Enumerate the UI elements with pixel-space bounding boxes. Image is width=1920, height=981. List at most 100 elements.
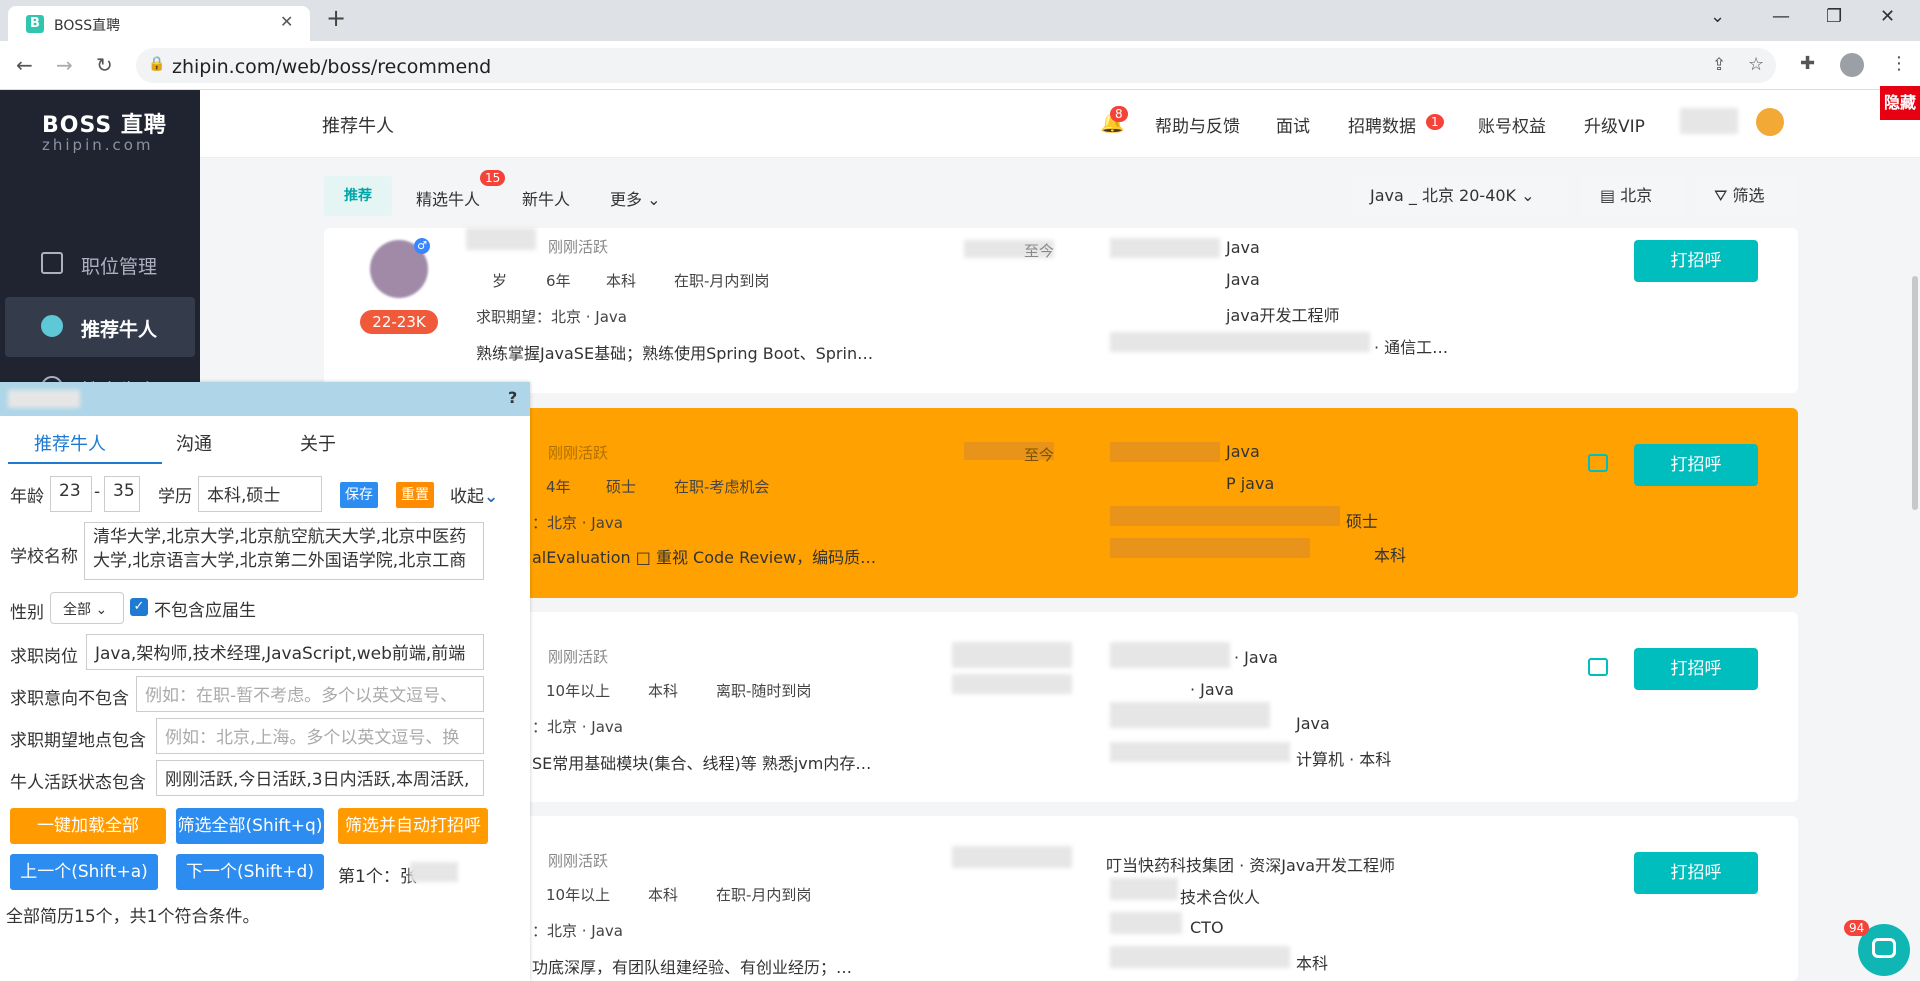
- age-min-input[interactable]: 23: [50, 476, 92, 512]
- job-select[interactable]: Java _ 北京 20-40K ⌄: [1352, 176, 1568, 216]
- save-button[interactable]: 保存: [340, 482, 378, 508]
- greet-button[interactable]: 打招呼: [1634, 648, 1758, 690]
- profile-icon[interactable]: [1840, 53, 1864, 77]
- back-icon[interactable]: ←: [16, 53, 33, 77]
- minimize-icon[interactable]: —: [1772, 6, 1790, 27]
- new-tab-icon[interactable]: +: [326, 6, 346, 30]
- tab-recommend[interactable]: 推荐: [324, 176, 392, 216]
- right-line: 计算机 · 本科: [1296, 750, 1392, 769]
- sidebar-item-recommend[interactable]: 推荐牛人: [5, 297, 195, 357]
- menu-dots-icon[interactable]: ⋮: [1890, 53, 1908, 74]
- forward-icon[interactable]: →: [56, 53, 73, 77]
- gender-select[interactable]: 全部 ⌄: [50, 592, 124, 624]
- work-time: 至今: [1024, 242, 1055, 260]
- age-max-input[interactable]: 35: [104, 476, 140, 512]
- interview-link[interactable]: 面试: [1276, 112, 1310, 137]
- candidate-card[interactable]: 刚刚活跃 10年以上 本科 在职-月内到岗 ：北京 · Java 功底深厚，有团…: [324, 816, 1798, 981]
- redacted: [1110, 332, 1370, 352]
- greet-button[interactable]: 打招呼: [1634, 852, 1758, 894]
- filter-icon: ⛛: [1714, 186, 1728, 205]
- browser-tab[interactable]: B BOSS直聘 ✕: [8, 6, 310, 41]
- greet-button[interactable]: 打招呼: [1634, 444, 1758, 486]
- favicon-icon: B: [26, 15, 44, 33]
- active-input[interactable]: 刚刚活跃,今日活跃,3日内活跃,本周活跃,: [156, 760, 484, 796]
- chat-icon[interactable]: [1588, 658, 1608, 676]
- building-icon: ▤: [1600, 186, 1616, 205]
- tab-new[interactable]: 新牛人: [522, 186, 570, 210]
- panel-titlebar[interactable]: ?: [0, 382, 530, 416]
- edu-select[interactable]: 本科,硕士: [198, 476, 322, 512]
- prev-button[interactable]: 上一个(Shift+a): [10, 854, 158, 890]
- reset-button[interactable]: 重置: [396, 482, 434, 508]
- filter-label: 筛选: [1732, 186, 1765, 205]
- tab-underline: [8, 462, 162, 464]
- city-button[interactable]: ▤ 北京: [1582, 176, 1684, 216]
- sidebar-item-job-manage[interactable]: 职位管理: [5, 234, 195, 294]
- tab-title: BOSS直聘: [54, 18, 121, 34]
- candidate-card[interactable]: ♂ 22-23K 刚刚活跃 岁 6年 本科 在职-月内到岗 求职期望：北京 · …: [324, 228, 1798, 393]
- job-status: 离职-随时到岗: [716, 682, 812, 700]
- recruit-data-link[interactable]: 招聘数据: [1348, 112, 1416, 137]
- panel-tab-about[interactable]: 关于: [300, 430, 336, 456]
- bookmark-star-icon[interactable]: ☆: [1748, 54, 1764, 75]
- current-candidate: 第1个：张: [338, 867, 417, 887]
- upgrade-vip-link[interactable]: 升级VIP: [1584, 112, 1645, 137]
- exclude-fresh-checkbox[interactable]: ✓: [130, 598, 148, 616]
- collapse-label: 收起: [450, 487, 484, 507]
- scrollbar[interactable]: [1912, 276, 1918, 510]
- extensions-icon[interactable]: ✚: [1800, 53, 1815, 74]
- url-field[interactable]: 🔒 zhipin.com/web/boss/recommend ⇪ ☆: [136, 48, 1776, 83]
- collapse-button[interactable]: 收起⌄: [450, 482, 498, 507]
- page-title: 推荐牛人: [322, 116, 394, 137]
- restore-icon[interactable]: ❐: [1826, 6, 1842, 27]
- hide-button[interactable]: 隐藏: [1880, 86, 1920, 120]
- logo-subtitle: zhipin.com: [42, 136, 154, 154]
- edu-label: 学历: [158, 487, 192, 507]
- panel-tab-recommend[interactable]: 推荐牛人: [34, 430, 106, 456]
- education: 硕士: [606, 478, 637, 496]
- redacted: [1110, 878, 1178, 900]
- intent-input[interactable]: 例如：在职-暂不考虑。多个以英文逗号、: [136, 676, 484, 712]
- candidate-card-highlighted[interactable]: 刚刚活跃 4年 硕士 在职-考虑机会 ：北京 · Java alEvaluati…: [324, 408, 1798, 598]
- next-button[interactable]: 下一个(Shift+d): [176, 854, 324, 890]
- data-badge: 1: [1426, 114, 1444, 130]
- job-label: 求职岗位: [10, 647, 78, 667]
- job-input[interactable]: Java,架构师,技术经理,JavaScript,web前端,前端: [86, 634, 484, 670]
- filter-all-button[interactable]: 筛选全部(Shift+q): [176, 808, 324, 844]
- gender-label: 性别: [10, 603, 44, 623]
- window-close-icon[interactable]: ✕: [1880, 6, 1895, 27]
- right-line: · Java: [1190, 680, 1234, 699]
- greet-button[interactable]: 打招呼: [1634, 240, 1758, 282]
- place-input[interactable]: 例如：北京,上海。多个以英文逗号、换: [156, 718, 484, 754]
- education: 本科: [648, 886, 679, 904]
- redacted: [952, 846, 1072, 868]
- panel-tab-chat[interactable]: 沟通: [176, 430, 212, 456]
- help-icon[interactable]: ?: [508, 388, 517, 407]
- experience: 4年: [546, 478, 571, 496]
- share-icon[interactable]: ⇪: [1712, 55, 1726, 75]
- avatar[interactable]: [1754, 106, 1786, 138]
- tab-selected[interactable]: 精选牛人: [416, 186, 480, 210]
- redacted: [1110, 238, 1220, 258]
- tab-search-icon[interactable]: ⌄: [1710, 6, 1725, 27]
- redacted: [1110, 912, 1182, 934]
- help-link[interactable]: 帮助与反馈: [1155, 112, 1240, 137]
- school-textarea[interactable]: 清华大学,北京大学,北京航空航天大学,北京中医药 大学,北京语言大学,北京第二外…: [84, 522, 484, 580]
- filter-button[interactable]: ⛛ 筛选: [1696, 176, 1798, 216]
- male-icon: ♂: [414, 238, 430, 254]
- notification-badge: 8: [1110, 106, 1128, 122]
- redacted: [1110, 702, 1270, 728]
- tab-more[interactable]: 更多 ⌄: [610, 186, 661, 210]
- close-tab-icon[interactable]: ✕: [280, 12, 293, 31]
- account-rights-link[interactable]: 账号权益: [1478, 112, 1546, 137]
- redacted: [1110, 642, 1230, 668]
- reload-icon[interactable]: ↻: [96, 53, 113, 77]
- filter-panel: ? 推荐牛人 沟通 关于 年龄 23 - 35 学历 本科,硕士 保存 重置 收…: [0, 382, 530, 981]
- load-all-button[interactable]: 一键加载全部: [10, 808, 166, 844]
- exclude-fresh-label: 不包含应届生: [154, 601, 256, 621]
- candidate-card[interactable]: 刚刚活跃 10年以上 本科 离职-随时到岗 ：北京 · Java SE常用基础模…: [324, 612, 1798, 802]
- city-label: 北京: [1620, 186, 1653, 205]
- chat-icon[interactable]: [1588, 454, 1608, 472]
- filter-auto-greet-button[interactable]: 筛选并自动打招呼: [338, 808, 488, 844]
- active-status: 刚刚活跃: [548, 648, 609, 666]
